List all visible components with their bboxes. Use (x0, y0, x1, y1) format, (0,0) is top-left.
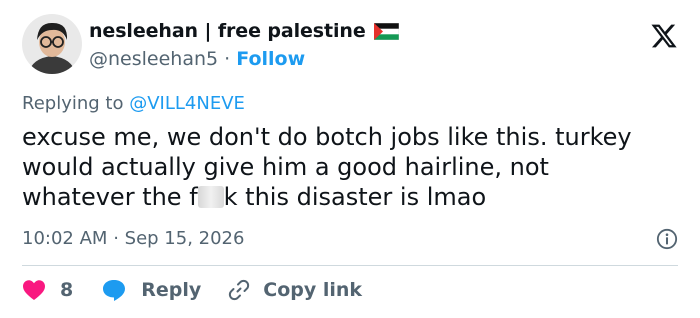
avatar[interactable] (22, 14, 82, 74)
x-logo-icon[interactable] (650, 22, 678, 50)
like-count: 8 (60, 279, 74, 301)
divider (22, 265, 678, 266)
tweet-date: Sep 15, 2026 (124, 228, 245, 249)
reply-label: Reply (141, 279, 202, 301)
palestine-flag-icon (373, 22, 399, 40)
tweet-timestamp[interactable]: 10:02 AM · Sep 15, 2026 (22, 228, 244, 249)
replying-to: Replying to @VILL4NEVE (22, 93, 245, 114)
tweet-text-part: whatever the f (22, 183, 198, 211)
like-button[interactable]: 8 (22, 279, 73, 301)
censored-blur (197, 186, 224, 208)
author-handle-row: @nesleehan5 · Follow (89, 48, 305, 70)
replying-to-prefix: Replying to (22, 93, 124, 114)
tweet-time: 10:02 AM (22, 228, 108, 249)
replying-to-mention[interactable]: @VILL4NEVE (129, 93, 245, 114)
link-icon (229, 279, 250, 301)
tweet-text-line: whatever the f k this disaster is lmao (22, 182, 682, 212)
avatar-image (22, 14, 82, 74)
follow-button[interactable]: Follow (236, 48, 305, 70)
author-name-row: nesleehan | free palestine (89, 20, 399, 42)
action-bar: 8 Reply Copy link (22, 276, 362, 304)
tweet-text-line: would actually give him a good hairline,… (22, 153, 549, 181)
timestamp-separator: · (113, 228, 119, 249)
tweet-text-part: k this disaster is lmao (223, 183, 487, 211)
author-handle[interactable]: @nesleehan5 (89, 48, 218, 70)
tweet-text: excuse me, we don't do botch jobs like t… (22, 122, 682, 212)
copy-link-button[interactable]: Copy link (227, 278, 362, 302)
author-display-name[interactable]: nesleehan | free palestine (89, 20, 366, 42)
heart-icon (23, 280, 45, 300)
reply-bubble-icon (103, 280, 126, 301)
tweet-text-line: excuse me, we don't do botch jobs like t… (22, 123, 632, 151)
handle-separator: · (224, 48, 231, 70)
info-icon[interactable] (656, 228, 678, 250)
reply-button[interactable]: Reply (101, 278, 201, 302)
copy-link-label: Copy link (263, 279, 363, 301)
